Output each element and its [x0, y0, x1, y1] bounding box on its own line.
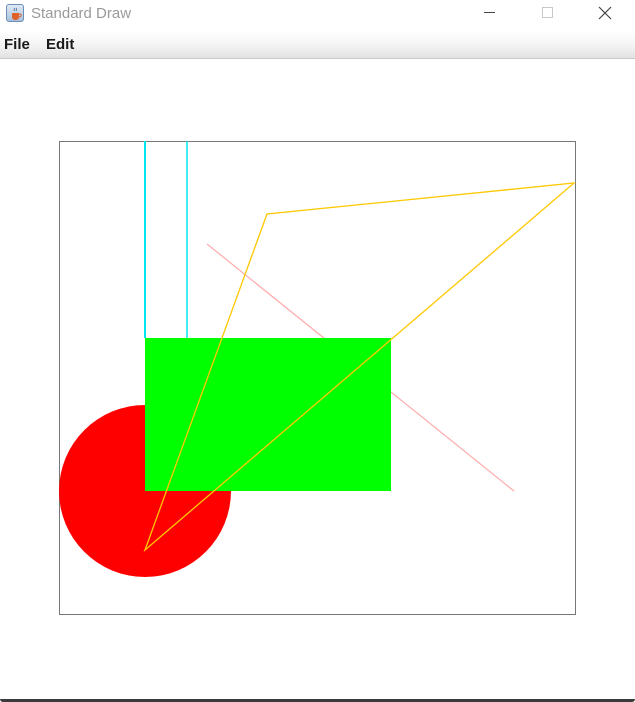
drawing-canvas[interactable] — [0, 60, 635, 700]
window-title: Standard Draw — [31, 5, 132, 22]
menu-bar: File Edit — [0, 31, 635, 59]
standard-draw-window: Standard Draw File Edit — [0, 0, 635, 702]
maximize-button[interactable] — [524, 0, 570, 30]
java-cup-icon[interactable] — [6, 4, 24, 22]
menu-file[interactable]: File — [4, 36, 30, 54]
maximize-icon — [542, 7, 553, 18]
close-button[interactable] — [582, 0, 628, 30]
menu-edit[interactable]: Edit — [46, 36, 74, 54]
minimize-button[interactable] — [466, 0, 512, 30]
close-icon — [598, 6, 612, 20]
minimize-icon — [484, 12, 495, 13]
title-bar[interactable]: Standard Draw — [0, 0, 635, 30]
green-rectangle — [145, 338, 391, 491]
drawing-surface — [59, 141, 576, 615]
